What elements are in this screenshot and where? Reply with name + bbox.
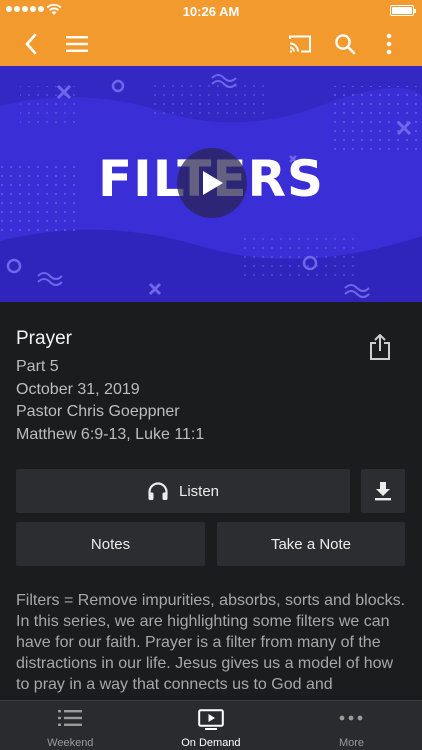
share-button[interactable] — [366, 331, 394, 363]
play-icon — [203, 171, 223, 195]
message-part: Part 5 — [16, 358, 59, 375]
hamburger-menu-icon — [66, 36, 88, 52]
share-icon — [370, 334, 390, 360]
more-options-button[interactable] — [374, 30, 404, 58]
listen-label: Listen — [178, 482, 220, 500]
cast-icon — [289, 35, 311, 53]
message-date: October 31, 2019 — [16, 380, 140, 398]
take-a-note-button[interactable]: Take a Note — [217, 522, 405, 566]
message-speaker: Pastor Chris Goeppner — [16, 403, 180, 420]
tab-on-demand-label: On Demand — [181, 737, 241, 749]
tab-on-demand[interactable]: On Demand — [141, 701, 282, 750]
message-title: Prayer — [16, 328, 72, 349]
search-button[interactable] — [330, 30, 360, 58]
tab-weekend-label: Weekend — [47, 737, 94, 749]
notes-label: Notes — [90, 535, 131, 553]
play-button[interactable] — [177, 148, 247, 218]
battery-icon — [390, 5, 416, 16]
download-button[interactable] — [361, 469, 405, 513]
take-a-note-label: Take a Note — [270, 535, 352, 553]
video-player[interactable]: FILTERS — [0, 66, 422, 302]
vertical-dots-icon — [386, 33, 392, 55]
status-bar: 10:26 AM — [0, 0, 422, 22]
search-icon — [335, 34, 356, 55]
tab-bar: Weekend On Demand More — [0, 700, 422, 750]
listen-button[interactable]: Listen — [16, 469, 350, 513]
back-button[interactable] — [16, 30, 46, 58]
tab-more[interactable]: More — [281, 701, 422, 750]
message-info: Prayer Part 5 October 31, 2019 Pastor Ch… — [16, 328, 376, 446]
message-description: Filters = Remove impurities, absorbs, so… — [16, 592, 406, 693]
list-icon — [58, 710, 83, 726]
chevron-left-icon — [25, 33, 37, 55]
download-icon — [375, 482, 391, 501]
tab-weekend[interactable]: Weekend — [0, 701, 141, 750]
headphones-icon — [148, 482, 168, 500]
tab-more-label: More — [338, 737, 365, 749]
status-time: 10:26 AM — [182, 4, 240, 19]
menu-button[interactable] — [62, 30, 92, 58]
tv-play-icon — [198, 709, 224, 730]
cast-button[interactable] — [285, 30, 315, 58]
nav-bar — [0, 22, 422, 66]
horizontal-dots-icon — [340, 715, 363, 721]
message-scripture: Matthew 6:9-13, Luke 11:1 — [16, 425, 205, 443]
notes-button[interactable]: Notes — [16, 522, 205, 566]
